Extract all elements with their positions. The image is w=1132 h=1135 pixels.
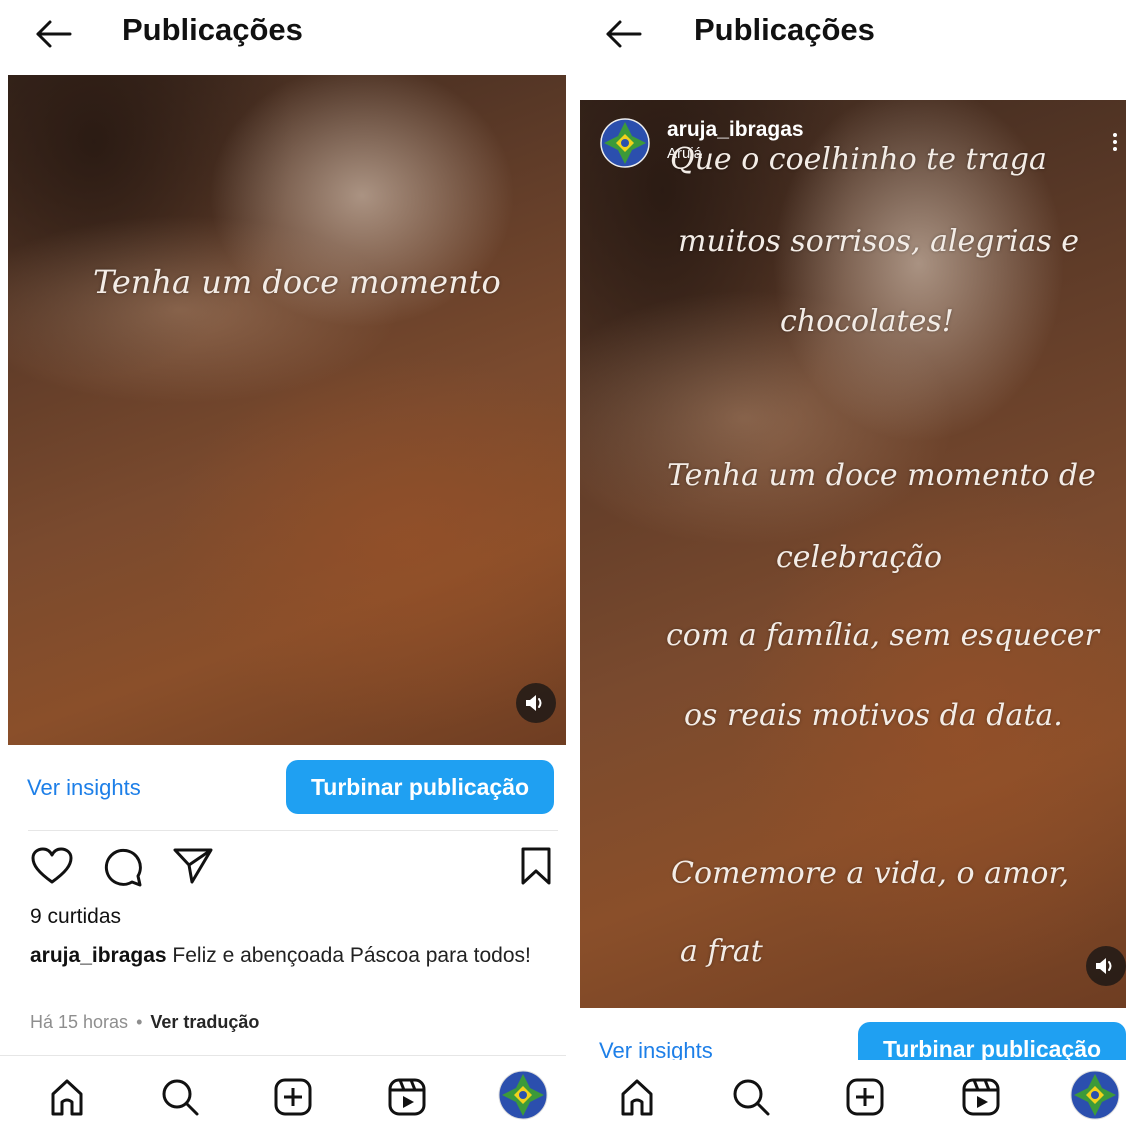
paper-plane-icon[interactable] — [172, 846, 214, 886]
profile-avatar-icon[interactable] — [1070, 1070, 1120, 1120]
add-post-icon[interactable] — [270, 1074, 316, 1120]
top-header: Publicações — [566, 0, 1132, 70]
search-icon[interactable] — [157, 1074, 203, 1120]
phone-screen-right: Publicações aruja_ibragas Arujá Que o co… — [566, 0, 1132, 1135]
phone-screen-left: Publicações Tenha um doce momento Ver in… — [0, 0, 566, 1135]
media-text-line: Que o coelhinho te traga — [670, 142, 1047, 177]
media-text-line: a frat — [680, 934, 763, 969]
speaker-icon — [526, 695, 542, 711]
post-meta: Há 15 horas • Ver tradução — [30, 1012, 259, 1033]
profile-avatar-icon[interactable] — [498, 1070, 548, 1120]
reels-icon[interactable] — [958, 1074, 1004, 1120]
media-text-line: Comemore a vida, o amor, — [671, 856, 1070, 891]
reels-icon[interactable] — [384, 1074, 430, 1120]
actions-row-clipped: Ver insights Turbinar publicação — [566, 1008, 1132, 1060]
likes-count[interactable]: 9 curtidas — [30, 905, 121, 929]
top-header: Publicações — [0, 0, 566, 70]
bottom-navigation — [566, 1060, 1132, 1135]
bookmark-icon[interactable] — [520, 846, 552, 886]
media-text-line: muitos sorrisos, alegrias e — [678, 224, 1080, 259]
page-title: Publicações — [694, 12, 875, 47]
caption-username[interactable]: aruja_ibragas — [30, 944, 167, 967]
media-text-block: Que o coelhinho te traga muitos sorrisos… — [580, 100, 1126, 1008]
bottom-navigation — [0, 1060, 566, 1135]
back-arrow-icon[interactable] — [34, 14, 74, 54]
divider — [28, 830, 558, 831]
post-caption: aruja_ibragas Feliz e abençoada Páscoa p… — [30, 940, 540, 971]
sound-toggle-button[interactable] — [1086, 946, 1126, 986]
meta-separator: • — [136, 1012, 143, 1032]
media-text-line: os reais motivos da data. — [684, 698, 1063, 733]
caption-text: Feliz e abençoada Páscoa para todos! — [172, 944, 531, 967]
divider — [0, 1055, 566, 1056]
speaker-icon — [1096, 958, 1112, 974]
page-title: Publicações — [122, 12, 303, 47]
media-text-line: Tenha um doce momento de — [667, 458, 1096, 493]
home-icon[interactable] — [44, 1074, 90, 1120]
add-post-icon[interactable] — [842, 1074, 888, 1120]
back-arrow-icon[interactable] — [604, 14, 644, 54]
post-media[interactable]: Tenha um doce momento — [8, 75, 566, 745]
post-media[interactable]: aruja_ibragas Arujá Que o coelhinho te t… — [580, 100, 1126, 1008]
media-caption: Tenha um doce momento — [93, 263, 501, 301]
see-translation-link[interactable]: Ver tradução — [150, 1012, 259, 1032]
media-text-line: com a família, sem esquecer — [666, 618, 1099, 653]
heart-icon[interactable] — [30, 846, 74, 886]
boost-post-button[interactable]: Turbinar publicação — [286, 760, 554, 814]
media-text-line: celebração — [776, 540, 943, 575]
post-time: Há 15 horas — [30, 1012, 129, 1032]
boost-post-button[interactable]: Turbinar publicação — [858, 1022, 1126, 1060]
view-insights-link[interactable]: Ver insights — [27, 775, 141, 801]
view-insights-link[interactable]: Ver insights — [599, 1038, 713, 1060]
home-icon[interactable] — [614, 1074, 660, 1120]
comment-bubble-icon[interactable] — [102, 846, 144, 888]
search-icon[interactable] — [728, 1074, 774, 1120]
media-text-line: chocolates! — [780, 304, 954, 339]
sound-toggle-button[interactable] — [516, 683, 556, 723]
